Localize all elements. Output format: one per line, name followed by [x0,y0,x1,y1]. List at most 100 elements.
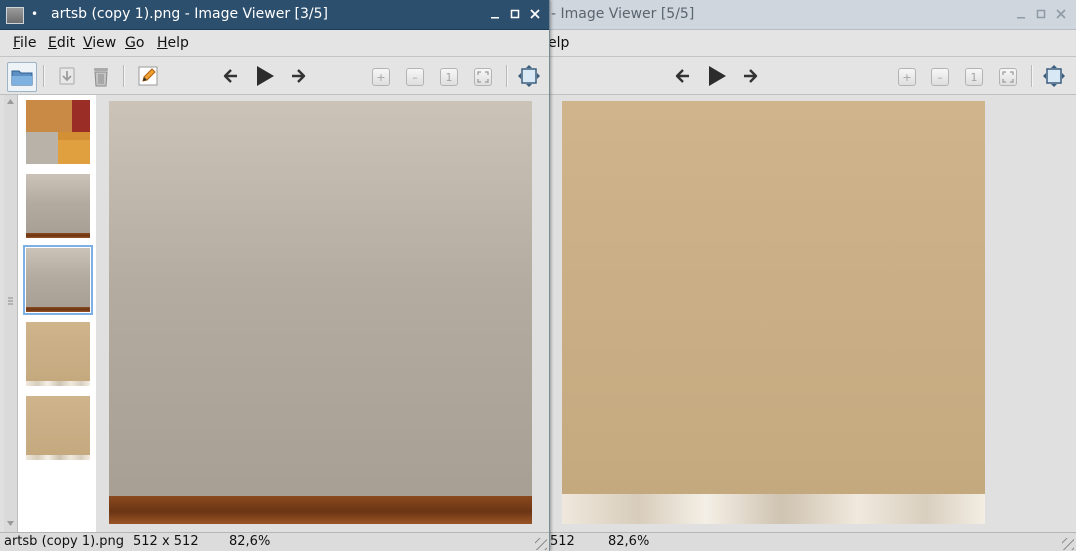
thumbnail-4[interactable] [26,322,90,386]
minimize-button-back[interactable] [1013,6,1029,22]
marble-floor-strip [26,455,90,460]
resize-grip-back[interactable] [1062,538,1074,550]
thumbnail-1[interactable] [26,100,90,164]
prev-button-back[interactable] [669,62,697,90]
delete-button[interactable] [87,62,115,90]
fullscreen-icon [518,65,540,87]
zoom-fit-icon [1002,71,1014,83]
status-dimensions-back: 512 [550,534,575,549]
menu-view[interactable]: View [83,30,116,56]
fullscreen-button[interactable] [515,62,543,90]
zoom-in-icon: + [376,70,386,84]
maximize-icon [1036,9,1046,19]
image-viewer-icon[interactable] [6,7,24,24]
zoom-fit-button[interactable] [474,68,492,86]
save-icon [59,67,75,85]
window-title-front: artsb (copy 1).png - Image Viewer [3/5] [51,6,329,22]
zoom-out-button-back[interactable]: – [931,68,949,86]
marble-floor-strip [562,494,985,524]
sticky-indicator-icon: • [31,7,39,21]
wood-floor-strip [109,496,532,524]
arrow-right-icon [744,69,758,83]
displayed-image-back [562,101,985,524]
menubar-front: File Edit View Go Help [0,30,549,57]
close-icon [530,9,540,19]
play-button[interactable] [251,62,279,90]
wood-floor-strip [26,233,90,238]
image-area-front [0,95,549,533]
fullscreen-button-back[interactable] [1040,62,1068,90]
menu-help-back[interactable]: elp [548,30,569,56]
toolbar-separator [1031,65,1033,87]
prev-button[interactable] [217,62,245,90]
toolbar-separator [43,65,45,87]
next-button[interactable] [284,62,312,90]
thumbnail-5[interactable] [26,396,90,460]
menubar-back: elp [548,30,1076,57]
minimize-button-front[interactable] [487,6,503,22]
play-slideshow-icon [709,66,726,86]
zoom-original-button[interactable]: 1 [440,68,458,86]
thumbnail-scrollbar[interactable] [4,95,18,533]
zoom-out-icon: – [937,70,943,84]
maximize-icon [510,9,520,19]
zoom-fit-icon [477,71,489,83]
status-filename: artsb (copy 1).png [4,534,125,549]
fullscreen-icon [1043,65,1065,87]
zoom-in-icon: + [902,70,912,84]
statusbar-front: artsb (copy 1).png 512 x 512 82,6% [0,532,549,551]
close-button-back[interactable] [1053,6,1069,22]
zoom-original-icon: 1 [970,70,978,84]
image-viewer-window-back[interactable]: - Image Viewer [5/5] elp + – 1 512 82,6% [548,0,1076,551]
thumbnail-pane[interactable] [4,95,96,533]
play-slideshow-icon [257,66,274,86]
status-dimensions: 512 x 512 [133,534,199,549]
image-area-back [548,95,1076,533]
open-button[interactable] [7,62,37,92]
zoom-in-button[interactable]: + [372,68,390,86]
edit-button[interactable] [134,62,162,90]
minimize-icon [491,17,499,19]
resize-grip-front[interactable] [535,538,547,550]
marble-floor-strip [26,381,90,386]
menu-edit[interactable]: Edit [48,30,75,56]
zoom-in-button-back[interactable]: + [898,68,916,86]
zoom-fit-button-back[interactable] [999,68,1017,86]
pencil-edit-icon [138,66,158,86]
scrollbar-arrows-icon [7,99,14,526]
next-button-back[interactable] [736,62,764,90]
thumbnail-2[interactable] [26,174,90,238]
status-zoom-back: 82,6% [608,534,650,549]
displayed-image [109,101,532,524]
play-button-back[interactable] [703,62,731,90]
titlebar-front[interactable]: • artsb (copy 1).png - Image Viewer [3/5… [0,0,549,30]
wood-floor-strip [26,307,90,312]
maximize-button-front[interactable] [507,6,523,22]
menu-file[interactable]: File [13,30,36,56]
arrow-right-icon [292,69,306,83]
save-button[interactable] [53,62,81,90]
statusbar-back: 512 82,6% [548,532,1076,551]
menu-go[interactable]: Go [125,30,144,56]
toolbar-back: + – 1 [548,57,1076,95]
zoom-original-icon: 1 [445,70,453,84]
close-button-front[interactable] [527,6,543,22]
toolbar-separator [506,65,508,87]
zoom-out-button[interactable]: – [406,68,424,86]
maximize-button-back[interactable] [1033,6,1049,22]
toolbar-separator [123,65,125,87]
titlebar-back[interactable]: - Image Viewer [5/5] [548,0,1076,30]
image-viewer-window-front[interactable]: • artsb (copy 1).png - Image Viewer [3/5… [0,0,550,551]
status-zoom: 82,6% [229,534,271,549]
arrow-left-icon [223,69,237,83]
menu-help[interactable]: Help [157,30,189,56]
thumbnail-3-selected[interactable] [23,245,93,315]
folder-open-icon [11,70,33,86]
minimize-icon [1017,17,1025,19]
window-title-back: - Image Viewer [5/5] [551,6,695,22]
trash-icon [94,68,108,87]
zoom-out-icon: – [412,70,418,84]
texture-atlas-image [26,100,90,164]
zoom-original-button-back[interactable]: 1 [965,68,983,86]
close-icon [1056,9,1066,19]
